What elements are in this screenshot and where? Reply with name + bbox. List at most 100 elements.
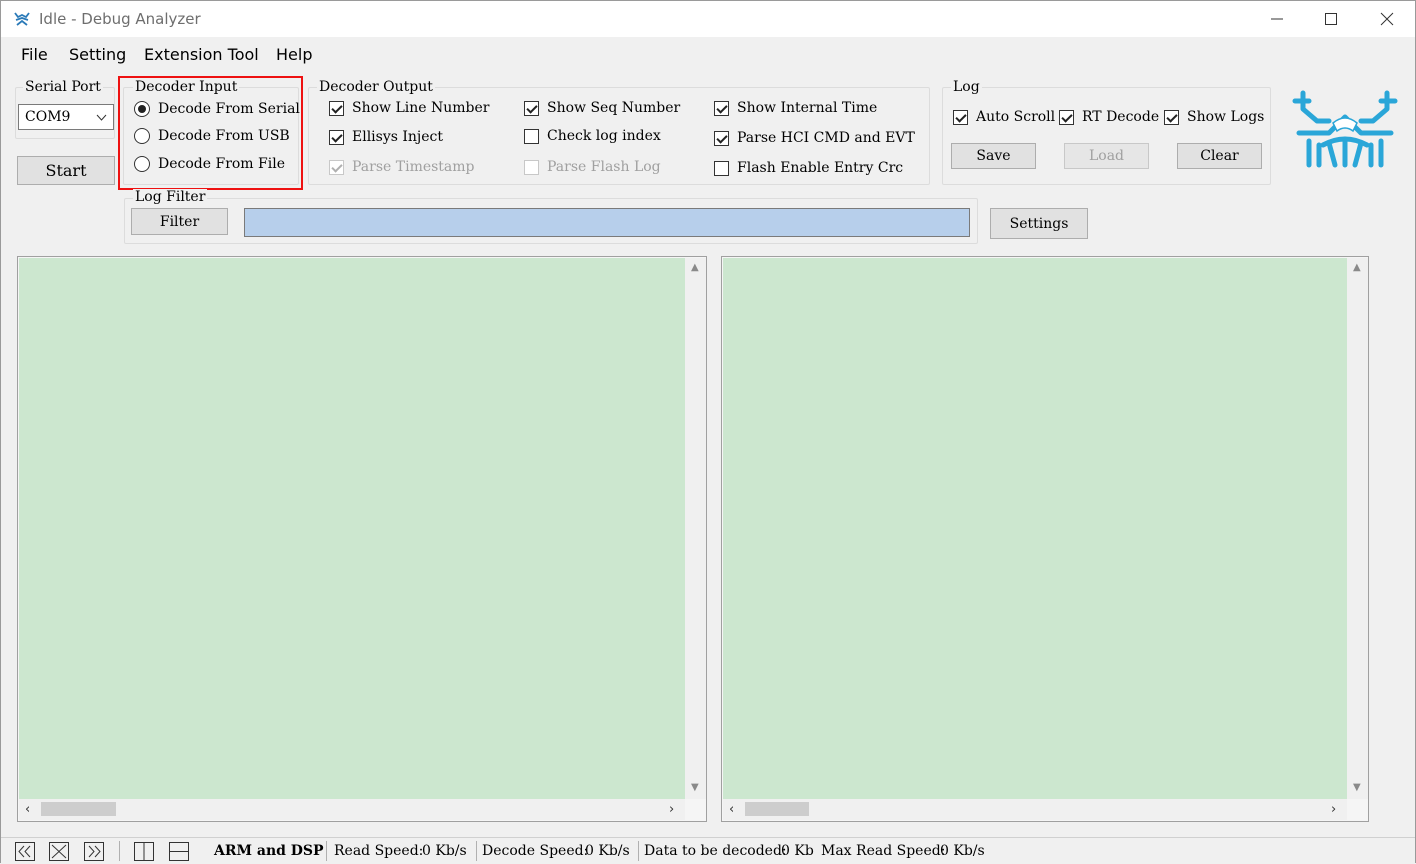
show-line-number-label: Show Line Number [352,100,490,116]
show-line-number-checkbox[interactable]: Show Line Number [329,100,489,116]
show-internal-time-checkbox[interactable]: Show Internal Time [714,100,877,116]
decode-from-serial-radio[interactable]: Decode From Serial [134,101,300,117]
menu-setting[interactable]: Setting [69,45,126,64]
checkbox-icon [1059,109,1074,125]
decode-from-serial-label: Decode From Serial [158,101,300,117]
rt-decode-checkbox[interactable]: RT Decode [1059,109,1159,125]
right-hscroll-thumb[interactable] [745,802,809,816]
scroll-right-icon[interactable]: › [1331,802,1336,817]
checkbox-icon [329,129,344,145]
max-read-speed-value: 0 Kb/s [940,843,985,859]
checkbox-icon [714,130,729,146]
parse-timestamp-label: Parse Timestamp [352,159,475,175]
start-button[interactable]: Start [17,156,115,185]
split-vertical-icon[interactable] [134,842,154,861]
max-read-speed-label: Max Read Speed: [821,843,946,859]
check-log-index-label: Check log index [547,128,661,144]
window-title: Idle - Debug Analyzer [39,10,201,28]
read-speed-label: Read Speed: [334,843,424,859]
scroll-down-icon[interactable]: ▼ [691,782,699,793]
app-window: Idle - Debug Analyzer File Setting Exten… [0,0,1416,864]
decode-from-file-radio[interactable]: Decode From File [134,156,285,172]
com-port-select[interactable]: COM9 [18,104,114,130]
radio-icon [134,128,150,144]
collapse-right-icon[interactable] [84,842,104,861]
decode-speed-value: 0 Kb/s [585,843,630,859]
load-button[interactable]: Load [1064,143,1149,169]
rt-decode-label: RT Decode [1082,109,1160,125]
left-log-content[interactable] [19,258,685,799]
radio-icon [134,156,150,172]
log-title: Log [951,79,982,95]
parse-flash-log-checkbox[interactable]: Parse Flash Log [524,159,661,175]
parse-flash-log-label: Parse Flash Log [547,159,661,175]
checkbox-icon [524,128,539,144]
realtek-logo-icon [1292,90,1398,168]
decode-from-file-label: Decode From File [158,156,285,172]
right-horizontal-scrollbar[interactable]: ‹ › [723,799,1347,820]
settings-button[interactable]: Settings [990,208,1088,239]
com-port-value: COM9 [25,109,71,125]
parse-timestamp-checkbox[interactable]: Parse Timestamp [329,159,475,175]
split-horizontal-icon[interactable] [169,842,189,861]
close-button[interactable] [1359,1,1415,37]
check-log-index-checkbox[interactable]: Check log index [524,128,661,144]
show-internal-time-label: Show Internal Time [737,100,878,116]
collapse-center-icon[interactable] [49,842,69,861]
app-logo-icon [14,12,30,26]
menu-bar: File Setting Extension Tool Help [1,37,1415,69]
decoder-input-title: Decoder Input [133,79,240,95]
decoder-output-title: Decoder Output [317,79,435,95]
decode-from-usb-label: Decode From USB [158,128,290,144]
checkbox-icon [953,109,968,125]
flash-enable-entry-crc-label: Flash Enable Entry Crc [737,160,904,176]
show-logs-checkbox[interactable]: Show Logs [1164,109,1264,125]
log-filter-title: Log Filter [133,189,208,205]
status-separator [476,841,477,861]
minimize-icon [1271,18,1283,20]
checkbox-icon [329,159,344,175]
menu-help[interactable]: Help [276,45,312,64]
chevron-down-icon [96,114,107,121]
minimize-button[interactable] [1249,1,1305,37]
auto-scroll-label: Auto Scroll [976,109,1056,125]
collapse-left-icon[interactable] [15,842,35,861]
checkbox-icon [524,100,539,116]
scroll-left-icon[interactable]: ‹ [25,802,30,817]
right-log-pane[interactable]: ▲ ▼ ‹ › [721,256,1369,822]
menu-extension-tool[interactable]: Extension Tool [144,45,259,64]
clear-button[interactable]: Clear [1177,143,1262,169]
status-bar: ARM and DSP Read Speed: 0 Kb/s Decode Sp… [1,837,1415,864]
left-vertical-scrollbar[interactable]: ▲ ▼ [685,258,706,799]
left-hscroll-thumb[interactable] [41,802,116,816]
title-bar: Idle - Debug Analyzer [1,1,1415,37]
checkbox-icon [524,159,539,175]
scroll-left-icon[interactable]: ‹ [729,802,734,817]
radio-icon [134,101,150,117]
ellisys-inject-checkbox[interactable]: Ellisys Inject [329,129,443,145]
maximize-button[interactable] [1303,1,1359,37]
checkbox-icon [1164,109,1179,125]
right-log-content[interactable] [723,258,1347,799]
checkbox-icon [329,100,344,116]
serial-port-title: Serial Port [23,79,103,95]
scroll-up-icon[interactable]: ▲ [691,262,699,273]
flash-enable-entry-crc-checkbox[interactable]: Flash Enable Entry Crc [714,160,903,176]
scroll-up-icon[interactable]: ▲ [1353,262,1361,273]
show-seq-number-checkbox[interactable]: Show Seq Number [524,100,680,116]
filter-input[interactable] [244,208,970,237]
menu-file[interactable]: File [21,45,48,64]
scroll-right-icon[interactable]: › [669,802,674,817]
parse-hci-cmd-evt-checkbox[interactable]: Parse HCI CMD and EVT [714,130,915,146]
decode-from-usb-radio[interactable]: Decode From USB [134,128,290,144]
save-button[interactable]: Save [951,143,1036,169]
log-group [942,87,1271,185]
filter-button[interactable]: Filter [131,208,228,235]
right-vertical-scrollbar[interactable]: ▲ ▼ [1347,258,1368,799]
left-horizontal-scrollbar[interactable]: ‹ › [19,799,685,820]
auto-scroll-checkbox[interactable]: Auto Scroll [953,109,1055,125]
scroll-down-icon[interactable]: ▼ [1353,782,1361,793]
status-separator [326,841,327,861]
left-log-pane[interactable]: ▲ ▼ ‹ › [17,256,707,822]
parse-hci-cmd-evt-label: Parse HCI CMD and EVT [737,130,915,146]
